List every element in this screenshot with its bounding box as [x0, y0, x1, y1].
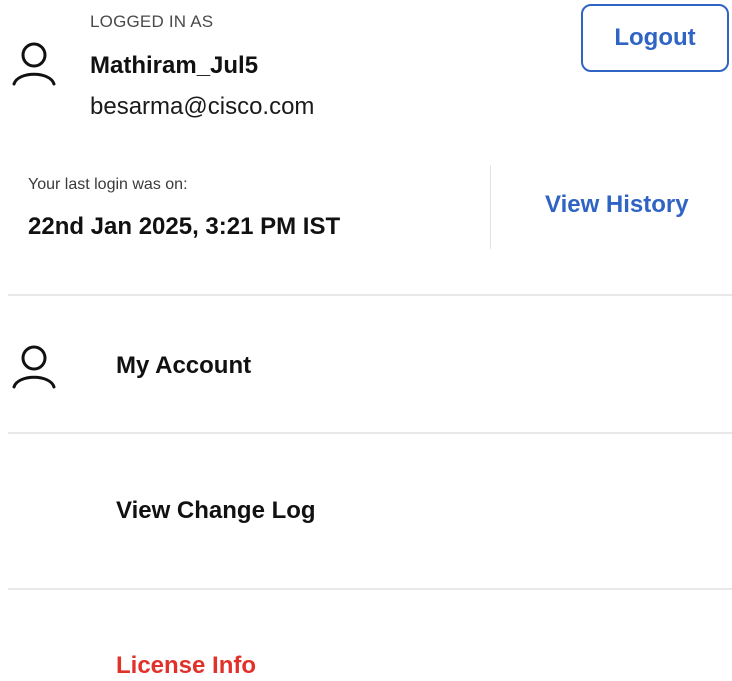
vertical-divider — [490, 165, 491, 249]
username: Mathiram_Jul5 — [90, 52, 259, 79]
logged-in-as-label: LOGGED IN AS — [90, 12, 214, 31]
view-history-link[interactable]: View History — [545, 191, 689, 219]
last-login-timestamp: 22nd Jan 2025, 3:21 PM IST — [28, 213, 341, 240]
menu-item-label: My Account — [116, 352, 252, 379]
user-icon — [12, 42, 56, 86]
menu-item-my-account[interactable]: My Account — [0, 296, 732, 432]
menu-item-label: View Change Log — [116, 497, 316, 524]
menu-item-license-info[interactable]: License Info — [0, 590, 732, 681]
user-icon — [12, 345, 56, 389]
last-login-label: Your last login was on: — [28, 176, 188, 193]
logout-button[interactable]: Logout — [581, 4, 729, 72]
user-email: besarma@cisco.com — [90, 93, 315, 120]
menu-item-label: License Info — [116, 652, 257, 679]
menu-item-view-change-log[interactable]: View Change Log — [0, 434, 732, 588]
account-dropdown-panel: LOGGED IN AS Mathiram_Jul5 besarma@cisco… — [0, 0, 732, 681]
